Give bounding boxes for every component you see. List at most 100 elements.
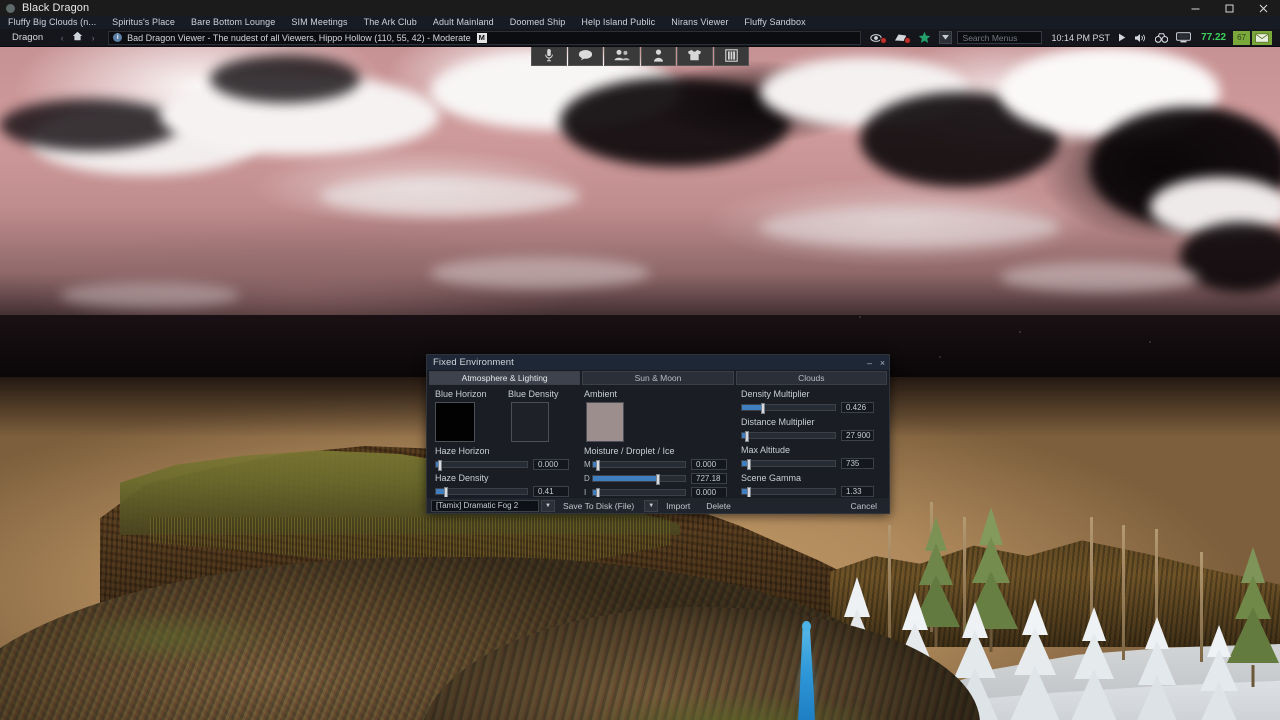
- people-button[interactable]: [604, 44, 640, 66]
- cloud-dark-2: [210, 55, 360, 103]
- favorite-item-7[interactable]: Help Island Public: [573, 16, 663, 29]
- maximize-icon[interactable]: [1212, 0, 1246, 16]
- floater-close-icon[interactable]: ×: [876, 355, 889, 371]
- haze-density-fill: [436, 489, 445, 494]
- moisture-value[interactable]: 0.000: [691, 459, 727, 470]
- favorite-item-1[interactable]: Spiritus's Place: [104, 16, 183, 29]
- haze-density-track[interactable]: [435, 487, 528, 498]
- slider-droplet[interactable]: D 727.18: [584, 473, 727, 485]
- media-icon[interactable]: [894, 33, 911, 44]
- preset-select[interactable]: [Tamix] Dramatic Fog 2: [431, 499, 539, 512]
- label-haze-horizon: Haze Horizon: [435, 446, 490, 456]
- location-bar[interactable]: i Bad Dragon Viewer - The nudest of all …: [108, 30, 861, 45]
- waterfall-source: [802, 621, 811, 632]
- speak-button[interactable]: [531, 44, 567, 66]
- distance-multiplier-value[interactable]: 27.900: [841, 430, 874, 441]
- outfits-button[interactable]: [677, 44, 713, 66]
- delete-button[interactable]: Delete: [698, 498, 739, 514]
- favorite-item-6[interactable]: Doomed Ship: [502, 16, 574, 29]
- forward-button[interactable]: ›: [88, 33, 98, 43]
- preset-dropdown-icon[interactable]: ▼: [541, 499, 555, 512]
- media-badge: [903, 36, 911, 44]
- haze-horizon-track[interactable]: [435, 460, 528, 471]
- floater-title-bar[interactable]: Fixed Environment – ×: [427, 355, 889, 371]
- droplet-value[interactable]: 727.18: [691, 473, 727, 484]
- haze-horizon-value[interactable]: 0.000: [533, 459, 569, 470]
- save-dropdown-icon[interactable]: ▼: [644, 499, 659, 512]
- search-placeholder: Search Menus: [962, 32, 1018, 43]
- ice-track[interactable]: [592, 488, 686, 499]
- density-multiplier-thumb[interactable]: [760, 403, 765, 414]
- haze-horizon-thumb[interactable]: [437, 460, 442, 471]
- star-icon[interactable]: [918, 31, 931, 44]
- inventory-button[interactable]: [713, 44, 749, 66]
- scene-gamma-track[interactable]: [741, 487, 836, 498]
- slider-density-multiplier[interactable]: 0.426: [741, 402, 874, 414]
- slider-haze-horizon[interactable]: 0.000: [435, 459, 569, 471]
- home-icon[interactable]: [71, 31, 84, 44]
- microphone-icon: [544, 48, 554, 62]
- slider-max-altitude[interactable]: 735: [741, 458, 874, 470]
- cloud-dark-1: [0, 99, 180, 151]
- swatch-blue-density[interactable]: [511, 402, 549, 442]
- swatch-blue-horizon[interactable]: [435, 402, 475, 442]
- profile-button[interactable]: [640, 44, 676, 66]
- eye-icon[interactable]: [869, 33, 887, 44]
- chevron-down-icon[interactable]: [938, 31, 952, 44]
- max-altitude-thumb[interactable]: [746, 459, 751, 470]
- monitor-icon[interactable]: [1176, 32, 1191, 43]
- droplet-track[interactable]: [592, 474, 686, 485]
- search-input[interactable]: Search Menus: [956, 31, 1042, 44]
- favorite-item-5[interactable]: Adult Mainland: [425, 16, 502, 29]
- minimize-icon[interactable]: [1178, 0, 1212, 16]
- binoculars-icon[interactable]: [1155, 32, 1169, 43]
- slider-distance-multiplier[interactable]: 27.900: [741, 430, 874, 442]
- density-multiplier-track[interactable]: [741, 403, 836, 414]
- label-distance-multiplier: Distance Multiplier: [741, 417, 815, 427]
- favorite-item-2[interactable]: Bare Bottom Lounge: [183, 16, 283, 29]
- pine-tree-snow: [1004, 599, 1066, 720]
- swatch-ambient[interactable]: [586, 402, 624, 442]
- haze-density-value[interactable]: 0.41: [533, 486, 569, 497]
- favorite-item-3[interactable]: SIM Meetings: [283, 16, 355, 29]
- floater-minimize-icon[interactable]: –: [863, 355, 876, 371]
- favorite-item-4[interactable]: The Ark Club: [356, 16, 425, 29]
- tab-clouds[interactable]: Clouds: [735, 371, 887, 385]
- cancel-button[interactable]: Cancel: [843, 498, 889, 514]
- moisture-thumb[interactable]: [595, 460, 600, 471]
- chat-button[interactable]: [567, 44, 603, 66]
- slider-haze-density[interactable]: 0.41: [435, 486, 569, 498]
- label-density-multiplier: Density Multiplier: [741, 389, 810, 399]
- floater-footer: [Tamix] Dramatic Fog 2 ▼ Save To Disk (F…: [427, 497, 889, 513]
- scene-gamma-value[interactable]: 1.33: [841, 486, 874, 497]
- fixed-environment-floater: Fixed Environment – × Atmosphere & Light…: [426, 354, 890, 514]
- distance-multiplier-thumb[interactable]: [744, 431, 749, 442]
- slider-scene-gamma[interactable]: 1.33: [741, 486, 874, 498]
- tab-sun-moon[interactable]: Sun & Moon: [582, 371, 734, 385]
- nav-status-area: Search Menus 10:14 PM PST 77.22 67: [865, 29, 1280, 47]
- density-multiplier-value[interactable]: 0.426: [841, 402, 874, 413]
- fps-counter: 77.22: [1201, 32, 1227, 43]
- distance-multiplier-track[interactable]: [741, 431, 836, 442]
- label-scene-gamma: Scene Gamma: [741, 473, 802, 483]
- droplet-thumb[interactable]: [655, 474, 660, 485]
- close-icon[interactable]: [1246, 0, 1280, 16]
- moisture-track[interactable]: [592, 460, 686, 471]
- favorite-item-8[interactable]: Nirans Viewer: [663, 16, 736, 29]
- favorite-item-0[interactable]: Fluffy Big Clouds (n...: [0, 16, 104, 29]
- tab-atmosphere-lighting[interactable]: Atmosphere & Lighting: [429, 371, 581, 385]
- window-title: Black Dragon: [22, 2, 90, 14]
- speaker-icon[interactable]: [1134, 33, 1147, 43]
- envelope-icon[interactable]: [1252, 30, 1272, 45]
- import-button[interactable]: Import: [658, 498, 698, 514]
- floating-toolbar: [531, 44, 749, 66]
- slider-moisture[interactable]: M 0.000: [584, 459, 727, 471]
- max-altitude-track[interactable]: [741, 459, 836, 470]
- max-altitude-value[interactable]: 735: [841, 458, 874, 469]
- play-icon[interactable]: [1118, 33, 1126, 42]
- label-moisture-group: Moisture / Droplet / Ice: [584, 446, 675, 456]
- save-to-disk-button[interactable]: Save To Disk (File): [555, 498, 642, 514]
- back-button[interactable]: ‹: [57, 33, 67, 43]
- favorite-item-9[interactable]: Fluffy Sandbox: [736, 16, 813, 29]
- label-ambient: Ambient: [584, 389, 618, 399]
